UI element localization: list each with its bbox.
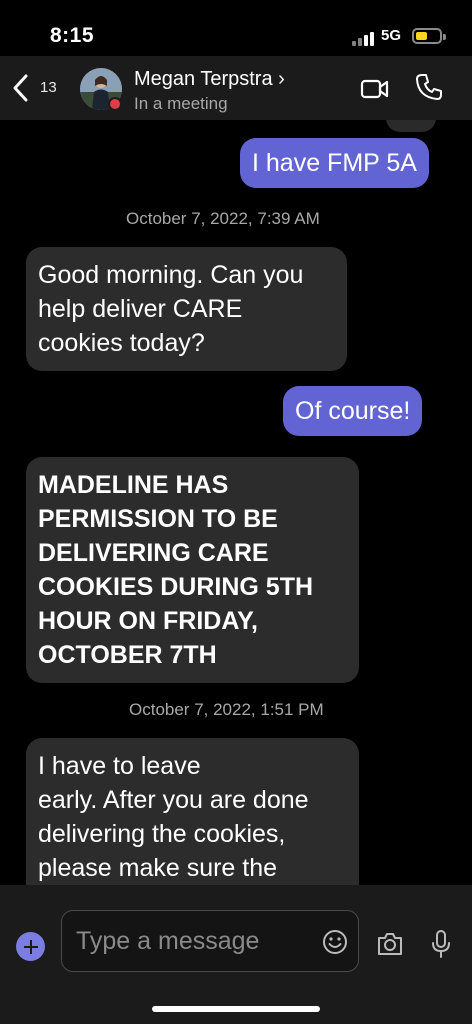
back-button[interactable]: 13 [8, 68, 68, 108]
outgoing-message[interactable]: Of course! [283, 386, 423, 436]
message-input[interactable] [74, 919, 318, 963]
signal-bars-icon [352, 30, 376, 46]
battery-icon [412, 28, 446, 44]
smiley-icon[interactable] [322, 929, 348, 955]
network-type: 5G [381, 27, 402, 44]
video-call-button[interactable] [360, 76, 390, 102]
outgoing-message[interactable]: I have FMP 5A [240, 138, 429, 188]
incoming-message[interactable]: MADELINE HAS PERMISSION TO BE DELIVERING… [26, 457, 359, 683]
unread-count: 13 [40, 79, 57, 96]
chat-header: 13 Megan Terpstra › In a meeting [0, 56, 472, 120]
message-timestamp: October 7, 2022, 1:51 PM [129, 700, 324, 719]
phone-icon [416, 74, 442, 100]
incoming-message[interactable]: I have to leave early. After you are don… [26, 738, 359, 885]
incoming-message[interactable]: Good morning. Can you help deliver CARE … [26, 247, 347, 371]
composer-bar [0, 885, 472, 1024]
camera-icon[interactable] [376, 931, 404, 957]
chevron-left-icon [13, 74, 28, 102]
status-bar: 8:15 5G [0, 0, 472, 56]
reaction-heart-icon[interactable] [386, 120, 436, 132]
home-indicator[interactable] [152, 1006, 320, 1012]
audio-call-button[interactable] [414, 72, 444, 102]
message-timestamp: October 7, 2022, 7:39 AM [126, 209, 320, 228]
contact-name[interactable]: Megan Terpstra › [134, 68, 285, 91]
microphone-icon[interactable] [430, 929, 452, 959]
presence-busy-indicator [108, 97, 122, 111]
message-list[interactable]: I have FMP 5A October 7, 2022, 7:39 AM G… [0, 120, 472, 885]
clock-time: 8:15 [50, 24, 95, 47]
message-input-box[interactable] [61, 910, 359, 972]
plus-circle-icon[interactable] [16, 932, 45, 961]
video-camera-icon [360, 79, 389, 99]
contact-status: In a meeting [134, 94, 228, 113]
